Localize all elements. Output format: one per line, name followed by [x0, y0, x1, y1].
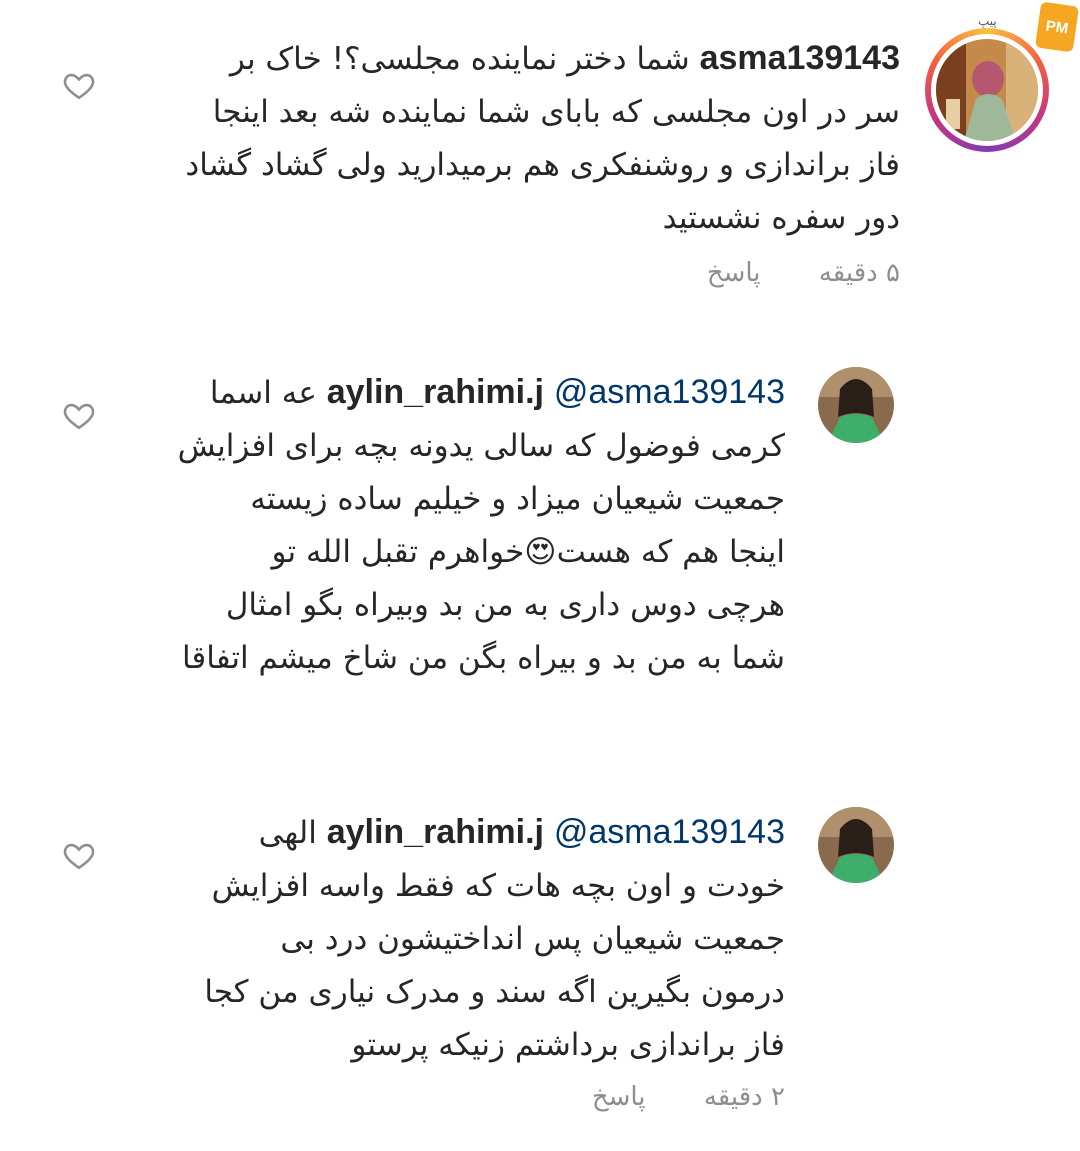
- comment-time: ۲ دقیقه: [703, 1082, 785, 1112]
- watermark-badge: PM: [1034, 1, 1080, 53]
- like-heart-icon[interactable]: [62, 68, 96, 102]
- comment-line: شما به من بد و بیراه بگن من شاخ میشم اتف…: [181, 640, 785, 676]
- comment-line: شما دختر نماینده مجلسی؟! خاک بر: [229, 41, 690, 77]
- comment-body: asma139143 شما دختر نماینده مجلسی؟! خاک …: [140, 32, 900, 245]
- like-heart-icon[interactable]: [62, 838, 96, 872]
- avatar-story-ring[interactable]: [925, 28, 1049, 152]
- comment-meta: ۵ دقیقه پاسخ: [657, 258, 900, 288]
- comment-line: جمعیت شیعیان میزاد و خیلیم ساده زیسته: [250, 481, 785, 517]
- comment-username[interactable]: aylin_rahimi.j: [327, 813, 544, 851]
- comment-line: کرمی فوضول که سالی یدونه بچه برای افزایش: [177, 428, 785, 464]
- reply-button[interactable]: پاسخ: [707, 258, 761, 288]
- comment-line: فاز براندازی و روشنفکری هم برمیدارید ولی…: [185, 147, 900, 183]
- comment-body: aylin_rahimi.j @asma139143 الهی خودت و ا…: [85, 806, 785, 1072]
- comment-username[interactable]: aylin_rahimi.j: [327, 373, 544, 411]
- comment-mention[interactable]: @asma139143: [554, 813, 785, 851]
- comment-line: عه اسما: [209, 375, 317, 411]
- avatar[interactable]: [818, 367, 894, 443]
- comment-body: aylin_rahimi.j @asma139143 عه اسما کرمی …: [85, 366, 785, 685]
- reply-button[interactable]: پاسخ: [592, 1082, 646, 1112]
- comment-line: خودت و اون بچه هات که فقط واسه افزایش: [211, 868, 785, 904]
- comment-line: سر در اون مجلسی که بابای شما نماینده شه …: [212, 94, 900, 130]
- comment-line: هرچی دوس داری به من بد وبیراه بگو امثال: [225, 587, 785, 623]
- avatar: [936, 39, 1038, 141]
- avatar[interactable]: [818, 807, 894, 883]
- comment-mention[interactable]: @asma139143: [554, 373, 785, 411]
- comment-line: دور سفره نشستید: [662, 200, 900, 236]
- watermark-text: پیپ: [978, 14, 997, 28]
- comment-line: الهی: [258, 815, 317, 851]
- comment-line: فاز براندازی برداشتم زنیکه پرستو: [351, 1027, 785, 1063]
- like-heart-icon[interactable]: [62, 398, 96, 432]
- comment-line: درمون بگیرین اگه سند و مدرک نیاری من کجا: [204, 974, 785, 1010]
- comment-line: جمعیت شیعیان پس انداختیشون درد بی: [280, 921, 785, 957]
- comment-meta: ۲ دقیقه پاسخ: [542, 1082, 785, 1112]
- comment-time: ۵ دقیقه: [818, 258, 900, 288]
- comment-line: اینجا هم که هست😍خواهرم تقبل الله تو: [271, 534, 785, 570]
- comment-username[interactable]: asma139143: [700, 39, 900, 77]
